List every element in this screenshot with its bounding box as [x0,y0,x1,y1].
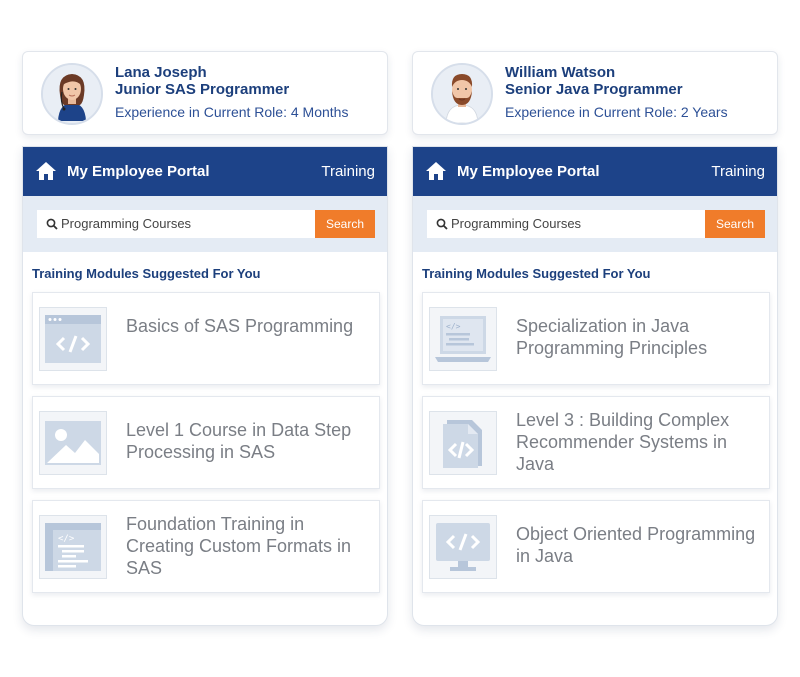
module-title: Specialization in Java Programming Princ… [516,316,708,358]
tab-training[interactable]: Training [321,163,375,180]
search-icon [46,218,58,230]
svg-text:</>: </> [58,534,75,544]
profile-card: William Watson Senior Java Programmer Ex… [412,51,778,135]
portal-title[interactable]: My Employee Portal [67,163,210,180]
search-input[interactable] [61,210,311,238]
monitor-code-icon [429,515,497,579]
profile-name: Lana Joseph [115,64,207,81]
image-icon [39,411,107,475]
female-avatar-icon [41,63,103,125]
home-icon[interactable] [425,161,447,181]
search-button[interactable]: Search [315,210,375,238]
portal-title[interactable]: My Employee Portal [457,163,600,180]
module-card[interactable]: Level 3 : Building Complex Recommender S… [422,396,770,489]
profile-experience: Experience in Current Role: 4 Months [115,104,349,120]
laptop-code-icon: </> [429,307,497,371]
code-window-icon: </> [39,515,107,579]
module-card[interactable]: </> Specialization in Java Programming P… [422,292,770,385]
portal-header: My Employee Portal Training [23,147,387,196]
employee-portal-panel: My Employee Portal Training Search Train… [22,146,388,626]
profile-experience: Experience in Current Role: 2 Years [505,104,728,120]
profile-role: Junior SAS Programmer [115,81,290,98]
search-bar: Search [413,196,777,252]
module-card[interactable]: </> Foundation Training in Creating Cust… [32,500,380,593]
search-box[interactable] [427,210,705,238]
module-title: Object Oriented Programming in Java [516,524,756,566]
male-avatar-icon [431,63,493,125]
code-file-icon [429,411,497,475]
module-title: Basics of SAS Programming [126,316,354,336]
module-title: Level 3 : Building Complex Recommender S… [516,410,730,474]
profile-name: William Watson [505,64,616,81]
search-button[interactable]: Search [705,210,765,238]
employee-portal-panel: My Employee Portal Training Search Train… [412,146,778,626]
profile-card: Lana Joseph Junior SAS Programmer Experi… [22,51,388,135]
browser-code-icon [39,307,107,371]
suggested-modules-title: Training Modules Suggested For You [422,266,651,281]
suggested-modules-title: Training Modules Suggested For You [32,266,261,281]
search-icon [436,218,448,230]
module-title: Foundation Training in Creating Custom F… [126,514,352,578]
module-card[interactable]: Basics of SAS Programming [32,292,380,385]
home-icon[interactable] [35,161,57,181]
module-title: Level 1 Course in Data Step Processing i… [126,420,352,462]
profile-role: Senior Java Programmer [505,81,683,98]
module-card[interactable]: Object Oriented Programming in Java [422,500,770,593]
svg-text:</>: </> [446,322,461,331]
search-input[interactable] [451,210,701,238]
portal-header: My Employee Portal Training [413,147,777,196]
module-card[interactable]: Level 1 Course in Data Step Processing i… [32,396,380,489]
search-bar: Search [23,196,387,252]
search-box[interactable] [37,210,315,238]
tab-training[interactable]: Training [711,163,765,180]
